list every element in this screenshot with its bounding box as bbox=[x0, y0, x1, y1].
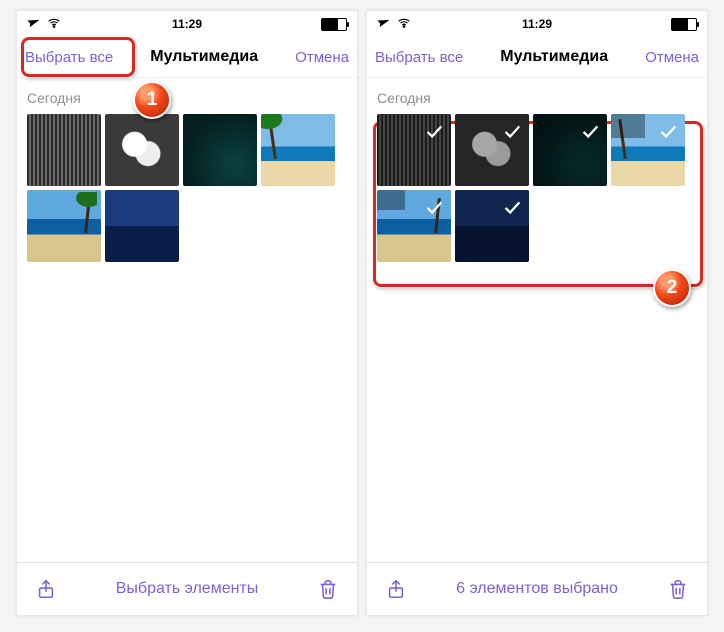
checkmark-icon bbox=[501, 120, 523, 142]
checkmark-icon bbox=[423, 196, 445, 218]
status-time: 11:29 bbox=[17, 17, 357, 31]
trash-icon[interactable] bbox=[667, 578, 689, 600]
nav-bar: Выбрать все Мультимедиа Отмена bbox=[367, 37, 707, 78]
select-all-button[interactable]: Выбрать все bbox=[375, 49, 463, 66]
media-thumb[interactable] bbox=[27, 114, 101, 186]
cancel-button[interactable]: Отмена bbox=[295, 49, 349, 66]
media-thumb[interactable] bbox=[455, 190, 529, 262]
checkmark-icon bbox=[423, 120, 445, 142]
status-bar: 11:29 bbox=[17, 11, 357, 37]
page-title: Мультимедиа bbox=[150, 48, 258, 66]
checkmark-icon bbox=[579, 120, 601, 142]
battery-icon bbox=[671, 18, 697, 31]
bottom-toolbar: Выбрать элементы bbox=[17, 562, 357, 615]
status-bar: 11:29 bbox=[367, 11, 707, 37]
share-icon[interactable] bbox=[385, 578, 407, 600]
media-thumb[interactable] bbox=[105, 114, 179, 186]
nav-bar: Выбрать все Мультимедиа Отмена bbox=[17, 37, 357, 78]
badge-2: 2 bbox=[653, 269, 691, 307]
phone-screen-left: 1 11:29 Выбрать все Мультимедиа Отмена С… bbox=[16, 10, 358, 616]
media-thumb[interactable] bbox=[377, 190, 451, 262]
section-header-today: Сегодня bbox=[17, 78, 357, 112]
checkmark-icon bbox=[657, 120, 679, 142]
trash-icon[interactable] bbox=[317, 578, 339, 600]
status-time: 11:29 bbox=[367, 17, 707, 31]
page-title: Мультимедиа bbox=[500, 48, 608, 66]
media-grid bbox=[367, 112, 707, 264]
media-thumb[interactable] bbox=[455, 114, 529, 186]
share-icon[interactable] bbox=[35, 578, 57, 600]
media-thumb[interactable] bbox=[105, 190, 179, 262]
media-thumb[interactable] bbox=[611, 114, 685, 186]
bottom-toolbar: 6 элементов выбрано bbox=[367, 562, 707, 615]
toolbar-label[interactable]: Выбрать элементы bbox=[116, 580, 259, 598]
media-thumb[interactable] bbox=[377, 114, 451, 186]
media-thumb[interactable] bbox=[27, 190, 101, 262]
toolbar-label: 6 элементов выбрано bbox=[456, 580, 618, 598]
checkmark-icon bbox=[501, 196, 523, 218]
media-grid bbox=[17, 112, 357, 264]
cancel-button[interactable]: Отмена bbox=[645, 49, 699, 66]
phone-screen-right: 2 11:29 Выбрать все Мультимедиа Отмена С… bbox=[366, 10, 708, 616]
media-thumb[interactable] bbox=[261, 114, 335, 186]
select-all-button[interactable]: Выбрать все bbox=[25, 49, 113, 66]
battery-icon bbox=[321, 18, 347, 31]
media-thumb[interactable] bbox=[533, 114, 607, 186]
media-thumb[interactable] bbox=[183, 114, 257, 186]
section-header-today: Сегодня bbox=[367, 78, 707, 112]
